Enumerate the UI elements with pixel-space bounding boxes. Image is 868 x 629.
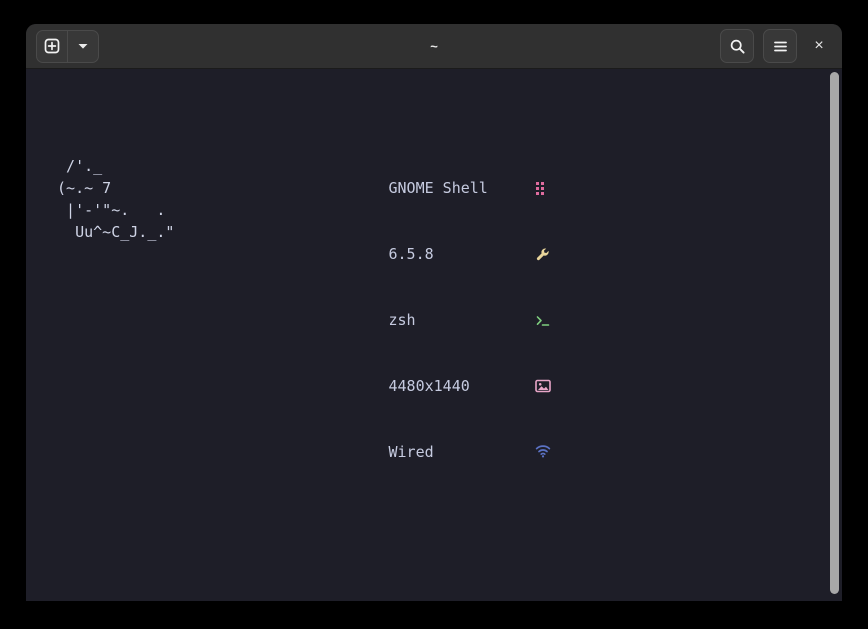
info-value-desktop: GNOME Shell <box>388 179 488 197</box>
new-tab-icon <box>44 38 60 54</box>
terminal-window: ~ × /'._ (~.~ 7 |'-'"~. . Uu^~C_J._." GN… <box>26 24 842 601</box>
ascii-art-logo: /'._ (~.~ 7 |'-'"~. . Uu^~C_J._." <box>48 155 228 243</box>
screen: ~ × /'._ (~.~ 7 |'-'"~. . Uu^~C_J._." GN… <box>0 0 868 629</box>
wrench-icon <box>373 247 549 263</box>
logo-line-0: /'._ <box>48 157 103 175</box>
terminal-screen: /'._ (~.~ 7 |'-'"~. . Uu^~C_J._." GNOME … <box>26 69 842 601</box>
shell-prompt-icon <box>373 313 550 329</box>
info-icon-cell <box>228 419 551 485</box>
logo-line-1: (~.~ 7 <box>48 179 112 197</box>
info-row-shell: zsh <box>228 287 550 353</box>
gnome-desktop-icon <box>373 181 545 197</box>
info-row-version: 6.5.8 <box>228 221 549 287</box>
tab-dropdown-button[interactable] <box>68 31 98 62</box>
new-tab-split-button[interactable] <box>36 29 99 63</box>
system-info-table: GNOME Shell 6.5.8 zsh 4480x1440 Wired <box>228 155 551 485</box>
info-icon-cell <box>228 155 545 221</box>
info-icon-cell <box>228 287 550 353</box>
info-row-network: Wired <box>228 419 551 485</box>
info-row-desktop: GNOME Shell <box>228 155 545 221</box>
neofetch-output: /'._ (~.~ 7 |'-'"~. . Uu^~C_J._." GNOME … <box>48 155 842 485</box>
terminal-body[interactable]: /'._ (~.~ 7 |'-'"~. . Uu^~C_J._." GNOME … <box>26 69 842 601</box>
logo-line-2: |'-'"~. . <box>48 201 166 219</box>
info-icon-cell <box>228 221 549 287</box>
wifi-icon <box>373 444 551 461</box>
terminal-scrollbar[interactable] <box>826 69 842 601</box>
main-menu-button[interactable] <box>763 29 797 63</box>
titlebar-right-controls: × <box>720 29 832 63</box>
new-tab-button[interactable] <box>37 30 68 62</box>
window-titlebar: ~ × <box>26 24 842 69</box>
logo-line-3: Uu^~C_J._." <box>48 223 175 241</box>
hamburger-menu-icon <box>772 38 788 54</box>
info-row-resolution: 4480x1440 <box>228 353 551 419</box>
display-icon <box>373 379 551 395</box>
search-button[interactable] <box>720 29 754 63</box>
scrollbar-thumb[interactable] <box>830 72 839 594</box>
close-window-button[interactable]: × <box>806 31 832 61</box>
titlebar-left-controls <box>36 29 99 63</box>
chevron-down-icon <box>75 38 91 54</box>
search-icon <box>729 38 745 54</box>
info-icon-cell <box>228 353 551 419</box>
